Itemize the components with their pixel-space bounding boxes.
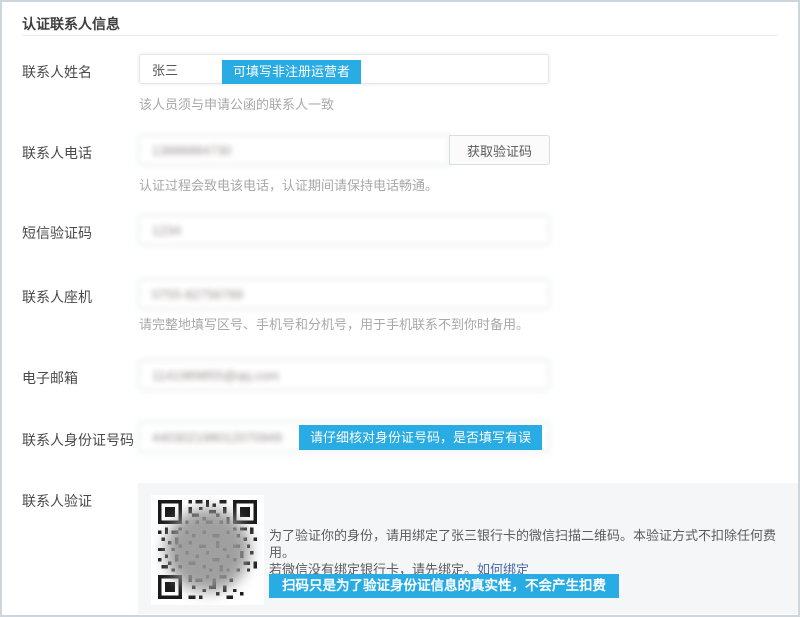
sms-code-label: 短信验证码 (22, 223, 92, 243)
verification-description: 为了验证你的身份，请用绑定了张三银行卡的微信扫描二维码。本验证方式不扣除任何费用… (269, 527, 789, 578)
landline-label: 联系人座机 (22, 287, 92, 307)
name-tooltip: 可填写非注册运营者 (222, 60, 361, 84)
scan-notice-banner: 扫码只是为了验证身份证信息的真实性，不会产生扣费 (269, 574, 619, 598)
page-title: 认证联系人信息 (22, 14, 120, 34)
email-label: 电子邮箱 (22, 368, 78, 388)
sms-code-input[interactable] (139, 215, 549, 245)
contact-phone-input[interactable] (139, 135, 449, 165)
verify-desc-line1: 为了验证你的身份，请用绑定了张三银行卡的微信扫描二维码。本验证方式不扣除任何费用… (269, 528, 776, 560)
id-number-tooltip: 请仔细核对身份证号码，是否填写有误 (299, 425, 542, 450)
landline-helper-text: 请完整地填写区号、手机号和分机号，用于手机联系不到你时备用。 (139, 314, 529, 333)
contact-verify-label: 联系人验证 (22, 491, 92, 511)
verification-panel: 为了验证你的身份，请用绑定了张三银行卡的微信扫描二维码。本验证方式不扣除任何费用… (138, 483, 798, 614)
name-helper-text: 该人员须与申请公函的联系人一致 (139, 94, 334, 113)
get-verification-code-button[interactable]: 获取验证码 (449, 135, 550, 165)
qr-code-image (151, 495, 264, 605)
contact-name-label: 联系人姓名 (22, 62, 92, 82)
qr-blur-overlay (165, 508, 250, 592)
contact-phone-label: 联系人电话 (22, 143, 92, 163)
title-divider (22, 35, 778, 36)
landline-input[interactable] (139, 279, 549, 309)
phone-helper-text: 认证过程会致电该电话，认证期间请保持电话畅通。 (139, 175, 438, 194)
id-number-label: 联系人身份证号码 (22, 430, 134, 450)
email-input[interactable] (139, 360, 549, 390)
certification-contact-form: 认证联系人信息 联系人姓名 可填写非注册运营者 该人员须与申请公函的联系人一致 … (0, 0, 800, 617)
